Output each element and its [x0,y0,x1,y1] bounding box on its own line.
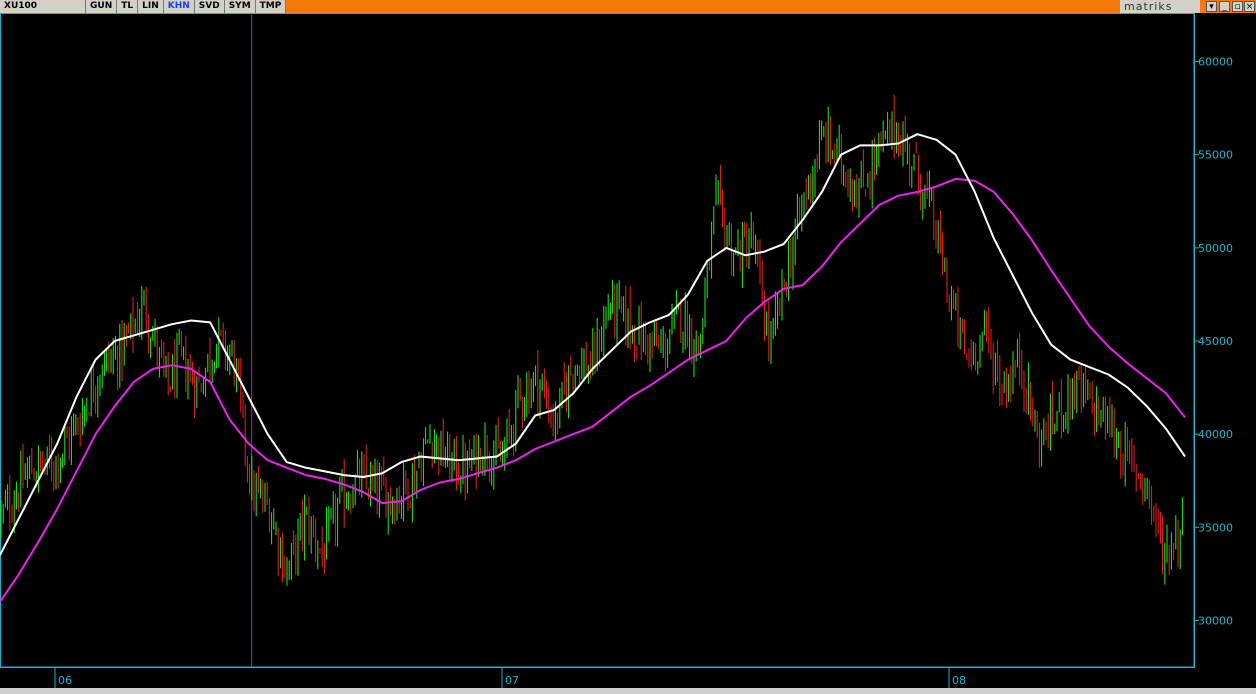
close-icon[interactable]: × [1244,1,1255,12]
tl-button[interactable]: TL [117,0,139,13]
brand-logo: matriks [1120,0,1200,13]
y-tick-label: 55000 [1198,149,1233,162]
price-chart[interactable]: 30000 35000 40000 45000 50000 55000 60000 06 07 0… [0,13,1256,688]
sym-button[interactable]: SYM [224,0,256,13]
candles [0,94,1183,586]
y-tick-label: 50000 [1198,242,1233,255]
symbol-field[interactable]: XU100 [0,0,86,13]
tmp-button[interactable]: TMP [255,0,287,13]
y-tick-label: 30000 [1198,614,1233,627]
lin-button[interactable]: LIN [138,0,164,13]
maximize-icon[interactable]: ▫ [1232,1,1243,12]
x-tick-label: 07 [505,674,519,687]
y-tick-label: 35000 [1198,521,1233,534]
y-tick-label: 40000 [1198,428,1233,441]
svd-button[interactable]: SVD [194,0,225,13]
slow-moving-average-line [0,177,1186,603]
x-tick-label: 06 [58,674,72,687]
y-tick-label: 60000 [1198,56,1233,69]
toolbar-buttons: XU100 GUN TL LIN KHN SVD SYM TMP [0,0,287,13]
y-tick-label: 45000 [1198,335,1233,348]
gun-button[interactable]: GUN [86,0,118,13]
minimize-icon[interactable]: _ [1219,1,1230,12]
x-tick-label: 08 [952,674,966,687]
khn-button[interactable]: KHN [163,0,195,13]
top-toolbar: XU100 GUN TL LIN KHN SVD SYM TMP matriks… [0,0,1256,13]
status-bar [0,688,1256,694]
dropdown-icon[interactable]: ▾ [1206,1,1217,12]
